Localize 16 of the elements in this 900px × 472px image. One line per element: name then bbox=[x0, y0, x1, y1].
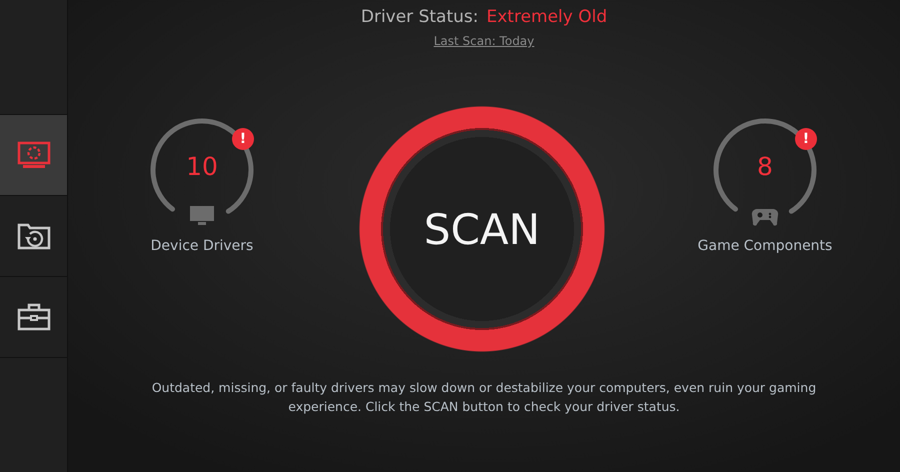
alert-badge: ! bbox=[232, 128, 254, 150]
folder-restore-icon bbox=[16, 222, 50, 250]
monitor-icon bbox=[189, 206, 215, 226]
monitor-icon bbox=[16, 141, 50, 169]
driver-count: 10 bbox=[185, 152, 219, 181]
driver-count: 8 bbox=[756, 152, 774, 181]
gauge-label: Device Drivers bbox=[150, 238, 254, 254]
gauge-label: Game Components bbox=[698, 238, 832, 254]
scan-button[interactable]: SCAN bbox=[358, 105, 606, 353]
status-label: Driver Status: bbox=[360, 7, 478, 27]
last-scan-link[interactable]: Last Scan: Today bbox=[434, 34, 534, 48]
alert-badge: ! bbox=[795, 128, 817, 150]
toolbox-icon bbox=[16, 303, 50, 331]
status-value: Extremely Old bbox=[486, 7, 608, 27]
description-text: Outdated, missing, or faulty drivers may slow down or destabilize your computers, even ruin your gaming experience. Click the SCAN button to check your driver status. bbox=[150, 379, 818, 416]
gamepad-icon bbox=[751, 206, 779, 226]
